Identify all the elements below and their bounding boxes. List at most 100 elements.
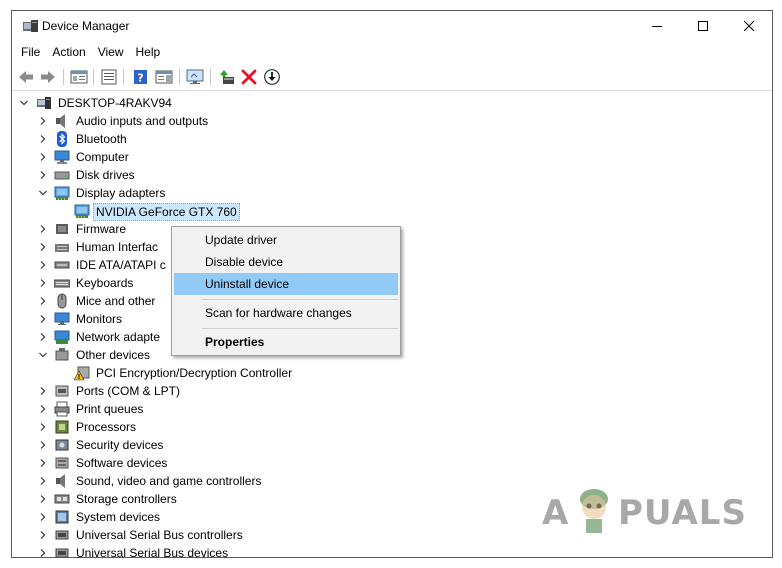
uninstall-device-button[interactable] xyxy=(239,67,259,87)
tree-item-label: Display adapters xyxy=(76,186,166,200)
chevron-right-icon[interactable] xyxy=(38,386,48,396)
scan-hardware-button[interactable] xyxy=(262,67,282,87)
display-adapter-icon xyxy=(74,204,90,218)
tree-device-item[interactable]: NVIDIA GeForce GTX 760 xyxy=(12,202,412,221)
chevron-right-icon[interactable] xyxy=(38,530,48,540)
chevron-right-icon[interactable] xyxy=(38,134,48,144)
show-hide-tree-button[interactable] xyxy=(69,67,89,87)
chevron-right-icon[interactable] xyxy=(38,512,48,522)
update-driver-button[interactable] xyxy=(217,67,237,87)
tree-item-label: Universal Serial Bus devices xyxy=(76,546,229,558)
title-bar: Device Manager xyxy=(12,11,772,41)
speaker-icon xyxy=(56,474,65,488)
tree-item-label: Processors xyxy=(76,420,137,434)
back-button[interactable] xyxy=(16,67,36,87)
tree-category-item[interactable]: Audio inputs and outputs xyxy=(12,112,412,130)
tree-category-item[interactable]: System devices xyxy=(12,508,412,526)
network-adapter-icon xyxy=(54,330,70,344)
chevron-right-icon[interactable] xyxy=(38,170,48,180)
action-pane-button[interactable] xyxy=(154,67,174,87)
keyboard-icon xyxy=(54,279,70,288)
toolbar-separator xyxy=(123,69,124,85)
menu-view[interactable]: View xyxy=(92,41,130,63)
chevron-right-icon[interactable] xyxy=(38,404,48,414)
monitor-icon xyxy=(54,312,70,325)
computer-icon xyxy=(54,150,70,164)
menu-bar: File Action View Help xyxy=(12,41,772,63)
tree-item-label: PCI Encryption/Decryption Controller xyxy=(96,366,293,380)
toolbar: ? xyxy=(12,63,772,91)
firmware-icon xyxy=(56,224,68,234)
ide-icon xyxy=(54,261,70,269)
show-hide-console-tree-icon xyxy=(70,70,88,84)
display-adapter-icon xyxy=(54,186,70,200)
svg-text:?: ? xyxy=(137,72,143,85)
chevron-right-icon[interactable] xyxy=(38,152,48,162)
properties-button[interactable] xyxy=(99,67,119,87)
maximize-icon xyxy=(698,21,708,31)
tree-item-label: Software devices xyxy=(76,456,168,470)
context-scan-hardware[interactable]: Scan for hardware changes xyxy=(174,302,398,324)
device-manager-app-icon xyxy=(22,18,40,34)
watermark-text: PUALS xyxy=(618,493,747,533)
chevron-right-icon[interactable] xyxy=(38,458,48,468)
maximize-button[interactable] xyxy=(680,11,726,41)
tree-category-item[interactable]: Software devices xyxy=(12,454,412,472)
chevron-right-icon[interactable] xyxy=(38,260,48,270)
menu-file[interactable]: File xyxy=(12,41,46,63)
properties-icon xyxy=(101,69,117,85)
tree-category-item[interactable]: Storage controllers xyxy=(12,490,412,508)
tree-category-item[interactable]: Ports (COM & LPT) xyxy=(12,382,412,400)
context-uninstall-device[interactable]: Uninstall device xyxy=(174,273,398,295)
chevron-right-icon[interactable] xyxy=(38,242,48,252)
chevron-down-icon[interactable] xyxy=(38,188,48,198)
minimize-icon xyxy=(652,26,662,27)
update-driver-icon xyxy=(220,70,234,84)
chevron-right-icon[interactable] xyxy=(38,116,48,126)
minimize-button[interactable] xyxy=(634,11,680,41)
menu-help[interactable]: Help xyxy=(130,41,167,63)
close-button[interactable] xyxy=(726,11,772,41)
tree-item-label: Bluetooth xyxy=(76,132,127,146)
chevron-down-icon[interactable] xyxy=(19,98,29,108)
chevron-right-icon[interactable] xyxy=(38,224,48,234)
tree-category-item[interactable]: Display adapters xyxy=(12,184,412,202)
context-disable-device[interactable]: Disable device xyxy=(174,251,398,273)
chevron-right-icon[interactable] xyxy=(38,314,48,324)
disk-drive-icon xyxy=(54,171,70,180)
chevron-right-icon[interactable] xyxy=(38,476,48,486)
tree-category-item[interactable]: Processors xyxy=(12,418,412,436)
context-update-driver[interactable]: Update driver xyxy=(174,229,398,251)
tree-device-item[interactable]: PCI Encryption/Decryption Controller xyxy=(12,364,412,382)
chevron-right-icon[interactable] xyxy=(38,494,48,504)
uninstall-icon xyxy=(241,69,257,85)
chevron-down-icon[interactable] xyxy=(38,350,48,360)
toolbar-separator xyxy=(179,69,180,85)
tree-category-item[interactable]: Sound, video and game controllers xyxy=(12,472,412,490)
tree-root[interactable]: DESKTOP-4RAKV94 xyxy=(12,94,312,112)
chevron-right-icon[interactable] xyxy=(38,548,48,558)
tree-category-item[interactable]: Bluetooth xyxy=(12,130,412,148)
chevron-right-icon[interactable] xyxy=(38,278,48,288)
chevron-right-icon[interactable] xyxy=(38,296,48,306)
tree-item-label: Network adapte xyxy=(76,330,161,344)
tree-category-item[interactable]: Computer xyxy=(12,148,412,166)
chevron-right-icon[interactable] xyxy=(38,332,48,342)
tree-item-label: Other devices xyxy=(76,348,151,362)
context-properties[interactable]: Properties xyxy=(174,331,398,353)
tree-category-item[interactable]: Universal Serial Bus controllers xyxy=(12,526,412,544)
back-arrow-icon xyxy=(19,71,33,83)
chevron-right-icon[interactable] xyxy=(38,440,48,450)
tree-category-item[interactable]: Print queues xyxy=(12,400,412,418)
menu-action[interactable]: Action xyxy=(46,41,91,63)
tree-category-item[interactable]: Universal Serial Bus devices xyxy=(12,544,412,558)
toolbar-separator xyxy=(210,69,211,85)
tree-category-item[interactable]: Security devices xyxy=(12,436,412,454)
chevron-right-icon[interactable] xyxy=(38,422,48,432)
hid-icon xyxy=(55,244,69,252)
tree-category-item[interactable]: Disk drives xyxy=(12,166,412,184)
storage-controller-icon xyxy=(54,494,70,504)
scan-display-button[interactable] xyxy=(185,67,205,87)
help-button[interactable]: ? xyxy=(131,67,151,87)
forward-button[interactable] xyxy=(38,67,58,87)
